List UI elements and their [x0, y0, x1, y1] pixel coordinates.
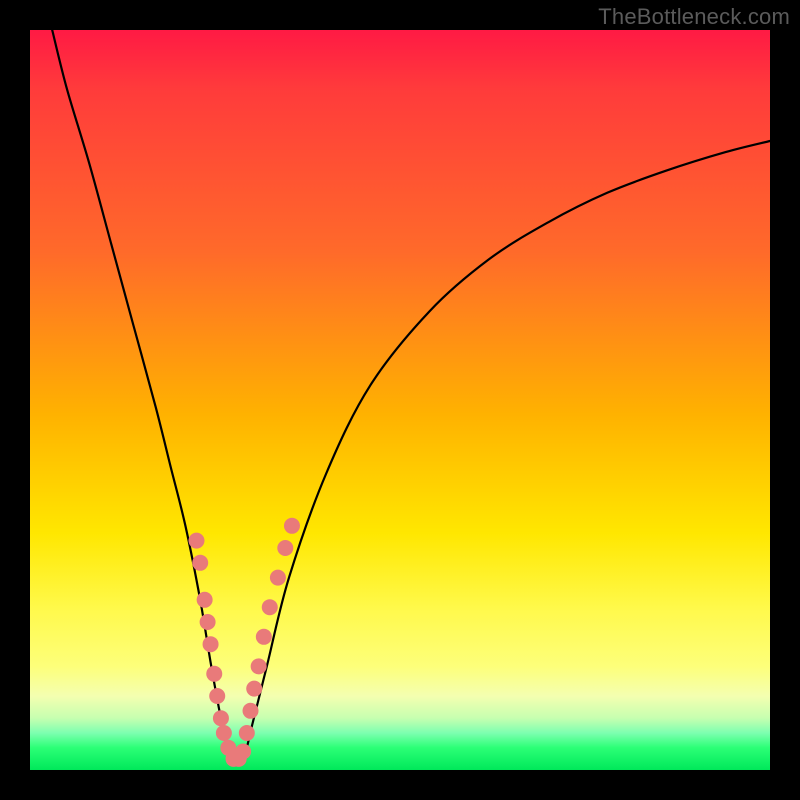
data-marker	[284, 518, 300, 534]
data-marker	[203, 636, 219, 652]
data-marker	[262, 599, 278, 615]
data-marker	[189, 533, 205, 549]
curve-layer	[30, 30, 770, 770]
chart-frame: TheBottleneck.com	[0, 0, 800, 800]
data-marker	[239, 725, 255, 741]
bottleneck-curve	[52, 30, 770, 763]
data-marker	[197, 592, 213, 608]
plot-area	[30, 30, 770, 770]
data-marker	[209, 688, 225, 704]
data-marker	[200, 614, 216, 630]
data-marker	[243, 703, 259, 719]
data-marker	[206, 666, 222, 682]
data-marker	[277, 540, 293, 556]
data-marker	[246, 681, 262, 697]
data-marker	[213, 710, 229, 726]
attribution-label: TheBottleneck.com	[598, 4, 790, 30]
data-marker	[256, 629, 272, 645]
data-marker	[270, 570, 286, 586]
data-marker	[251, 658, 267, 674]
data-marker	[192, 555, 208, 571]
data-marker	[216, 725, 232, 741]
data-marker	[235, 744, 251, 760]
marker-layer	[189, 518, 300, 767]
